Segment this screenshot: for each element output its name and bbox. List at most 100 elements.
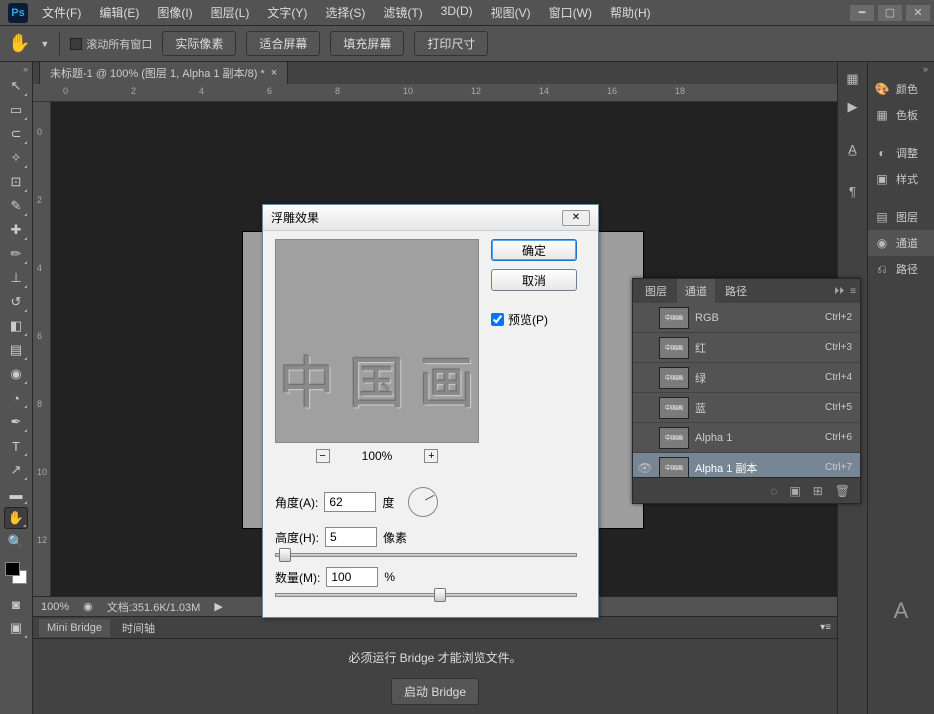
angle-input[interactable]	[324, 492, 376, 512]
panel-menu-icon2[interactable]: ≡	[850, 286, 856, 297]
collapse-icon[interactable]: »	[0, 64, 32, 74]
minimize-button[interactable]: ━	[850, 5, 874, 21]
close-button[interactable]: ✕	[906, 5, 930, 21]
print-size-button[interactable]: 打印尺寸	[414, 31, 488, 56]
color-swatches[interactable]	[5, 562, 27, 584]
angle-dial[interactable]	[408, 487, 438, 517]
panel-menu-icon[interactable]: ▾≡	[820, 622, 831, 633]
visibility-icon[interactable]: 👁	[637, 460, 653, 476]
ok-button[interactable]: 确定	[491, 239, 577, 261]
amount-input[interactable]	[326, 567, 378, 587]
tab-close-icon[interactable]: ×	[271, 67, 277, 79]
menu-select[interactable]: 选择(S)	[319, 2, 371, 23]
actual-pixels-button[interactable]: 实际像素	[162, 31, 236, 56]
panel-tab-layers[interactable]: 图层	[637, 279, 675, 303]
fit-screen-button[interactable]: 适合屏幕	[246, 31, 320, 56]
sp-channels[interactable]: 通道	[896, 235, 918, 251]
visibility-icon[interactable]	[637, 340, 653, 356]
text-tool[interactable]: T	[4, 435, 28, 457]
cancel-button[interactable]: 取消	[491, 269, 577, 291]
delete-channel-icon[interactable]: 🗑	[835, 484, 850, 498]
height-slider[interactable]	[275, 553, 577, 557]
sp-layers[interactable]: 图层	[896, 209, 918, 225]
panel-tab-paths[interactable]: 路径	[717, 279, 755, 303]
visibility-icon[interactable]	[637, 370, 653, 386]
timeline-tab[interactable]: 时间轴	[114, 617, 163, 639]
menu-layer[interactable]: 图层(L)	[205, 2, 256, 23]
launch-bridge-button[interactable]: 启动 Bridge	[391, 678, 479, 705]
menu-image[interactable]: 图像(I)	[151, 2, 198, 23]
sp-paths[interactable]: 路径	[896, 261, 918, 277]
dropdown-icon[interactable]: ▼	[40, 39, 49, 49]
dialog-close-button[interactable]: ✕	[562, 210, 590, 226]
dock-icon-play[interactable]: ▶	[842, 96, 864, 118]
lasso-tool[interactable]: ⊂	[4, 123, 28, 145]
pen-tool[interactable]: ✒	[4, 411, 28, 433]
visibility-icon[interactable]	[637, 430, 653, 446]
fill-screen-button[interactable]: 填充屏幕	[330, 31, 404, 56]
menu-view[interactable]: 视图(V)	[485, 2, 537, 23]
brush-tool[interactable]: ✏	[4, 243, 28, 265]
blur-tool[interactable]: ◉	[4, 363, 28, 385]
save-selection-icon[interactable]: ▣	[789, 484, 800, 498]
status-arrow-icon[interactable]: ▶	[214, 600, 222, 613]
amount-slider[interactable]	[275, 593, 577, 597]
gradient-tool[interactable]: ▤	[4, 339, 28, 361]
zoom-out-button[interactable]: −	[316, 449, 330, 463]
marquee-tool[interactable]: ▭	[4, 99, 28, 121]
fg-color-swatch[interactable]	[5, 562, 20, 576]
menu-file[interactable]: 文件(F)	[36, 2, 87, 23]
dodge-tool[interactable]: ◔	[4, 387, 28, 409]
zoom-in-button[interactable]: +	[424, 449, 438, 463]
crop-tool[interactable]: ⊡	[4, 171, 28, 193]
panel-expand-icon[interactable]: ⏵⏵	[834, 286, 844, 297]
sidepanel-collapse-icon[interactable]: »	[868, 62, 934, 76]
status-icon[interactable]: ◉	[83, 600, 93, 613]
channel-row[interactable]: 中国画 Alpha 1 Ctrl+6	[633, 423, 860, 453]
history-brush-tool[interactable]: ↺	[4, 291, 28, 313]
sp-swatch[interactable]: 色板	[896, 107, 918, 123]
dock-icon-p[interactable]: ¶	[842, 180, 864, 202]
load-selection-icon[interactable]: ◌	[770, 484, 777, 498]
menu-edit[interactable]: 编辑(E)	[93, 2, 145, 23]
path-tool[interactable]: ↗	[4, 459, 28, 481]
shape-tool[interactable]: ▬	[4, 483, 28, 505]
menu-text[interactable]: 文字(Y)	[261, 2, 313, 23]
quickmask-tool[interactable]: ◙	[4, 593, 28, 615]
menu-filter[interactable]: 滤镜(T)	[377, 2, 428, 23]
panel-tab-channels[interactable]: 通道	[677, 279, 715, 303]
status-zoom[interactable]: 100%	[41, 601, 69, 613]
healing-tool[interactable]: ✚	[4, 219, 28, 241]
menu-3d[interactable]: 3D(D)	[435, 2, 479, 23]
sp-color[interactable]: 颜色	[896, 81, 918, 97]
menu-window[interactable]: 窗口(W)	[543, 2, 598, 23]
move-tool[interactable]: ↖	[4, 75, 28, 97]
screenmode-tool[interactable]: ▣	[4, 617, 28, 639]
visibility-icon[interactable]	[637, 400, 653, 416]
sp-style[interactable]: 样式	[896, 171, 918, 187]
eraser-tool[interactable]: ◧	[4, 315, 28, 337]
minibridge-tab[interactable]: Mini Bridge	[39, 619, 110, 637]
maximize-button[interactable]: ▢	[878, 5, 902, 21]
preview-checkbox[interactable]	[491, 313, 504, 326]
new-channel-icon[interactable]: ⊞	[813, 484, 823, 498]
scroll-all-checkbox[interactable]	[70, 38, 82, 50]
wand-tool[interactable]: ✧	[4, 147, 28, 169]
height-input[interactable]	[325, 527, 377, 547]
visibility-icon[interactable]	[637, 310, 653, 326]
effect-preview[interactable]: 中 国 画	[275, 239, 479, 443]
eyedropper-tool[interactable]: ✎	[4, 195, 28, 217]
document-tab[interactable]: 未标题-1 @ 100% (图层 1, Alpha 1 副本/8) * ×	[39, 61, 288, 84]
channel-row[interactable]: 中国画 绿 Ctrl+4	[633, 363, 860, 393]
hand-tool[interactable]: ✋	[4, 507, 28, 529]
zoom-tool[interactable]: 🔍	[4, 531, 28, 553]
menu-help[interactable]: 帮助(H)	[604, 2, 657, 23]
channel-row[interactable]: 中国画 蓝 Ctrl+5	[633, 393, 860, 423]
channel-row[interactable]: 中国画 RGB Ctrl+2	[633, 303, 860, 333]
dock-icon-1[interactable]: ▦	[842, 68, 864, 90]
channel-row[interactable]: 👁 中国画 Alpha 1 副本 Ctrl+7	[633, 453, 860, 477]
dock-icon-a[interactable]: A̲	[842, 138, 864, 160]
sp-adjust[interactable]: 调整	[896, 145, 918, 161]
channel-row[interactable]: 中国画 红 Ctrl+3	[633, 333, 860, 363]
stamp-tool[interactable]: ⊥	[4, 267, 28, 289]
